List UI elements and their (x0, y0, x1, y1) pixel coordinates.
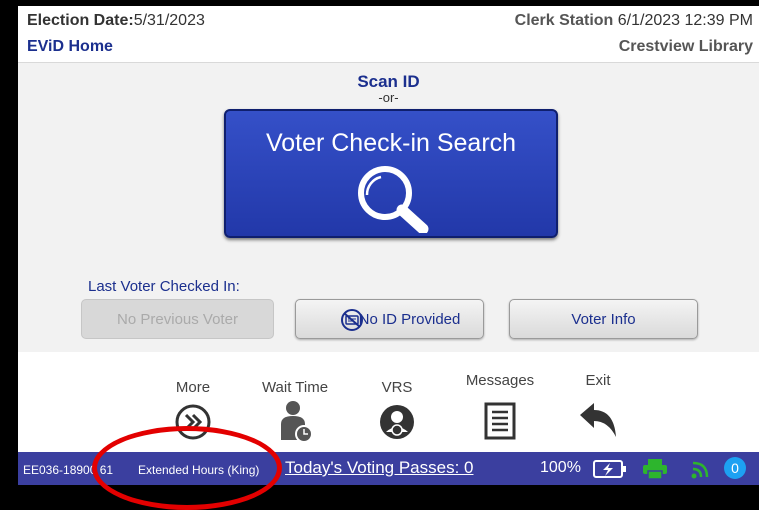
vrs-button[interactable]: VRS (377, 379, 417, 442)
exit-button[interactable]: Exit (575, 372, 621, 443)
wait-time-label: Wait Time (261, 379, 329, 396)
notification-badge[interactable]: 0 (724, 457, 746, 479)
vrs-user-icon (380, 405, 414, 439)
annotation-circle (92, 426, 282, 510)
voting-passes-link[interactable]: Today's Voting Passes: 0 (285, 458, 473, 478)
more-label: More (175, 379, 211, 396)
wait-time-person-icon (281, 401, 313, 443)
no-previous-voter-button[interactable]: No Previous Voter (81, 299, 274, 339)
search-button-label: Voter Check-in Search (265, 129, 517, 157)
messages-list-icon (484, 402, 516, 440)
scan-id-label: Scan ID (357, 72, 420, 91)
no-id-provided-button[interactable]: No ID Provided (295, 299, 484, 339)
or-label: -or- (378, 90, 399, 105)
last-voter-label: Last Voter Checked In: (88, 278, 240, 295)
messages-button[interactable]: Messages (460, 372, 540, 441)
wifi-signal-icon (691, 461, 709, 479)
page-title: EViD Home (27, 38, 113, 55)
location-name: Crestview Library (618, 38, 753, 55)
magnifier-icon (358, 166, 429, 233)
wait-time-button[interactable]: Wait Time (256, 379, 334, 444)
station-info: Clerk Station 6/1/2023 12:39 PM (514, 12, 753, 29)
voter-info-button[interactable]: Voter Info (509, 299, 698, 339)
no-id-icon (341, 309, 363, 331)
vrs-label: VRS (381, 379, 413, 396)
battery-percent: 100% (540, 459, 581, 476)
app-window: Election Date:5/31/2023 EViD Home Clerk … (18, 6, 759, 485)
exit-label: Exit (585, 372, 611, 389)
battery-charging-icon (593, 460, 626, 478)
printer-icon (643, 459, 667, 480)
header: Election Date:5/31/2023 EViD Home Clerk … (18, 6, 759, 63)
election-date: Election Date:5/31/2023 (27, 12, 205, 29)
exit-back-arrow-icon (580, 403, 616, 437)
messages-label: Messages (465, 372, 535, 389)
voter-check-in-search-button[interactable]: Voter Check-in Search (224, 109, 558, 238)
